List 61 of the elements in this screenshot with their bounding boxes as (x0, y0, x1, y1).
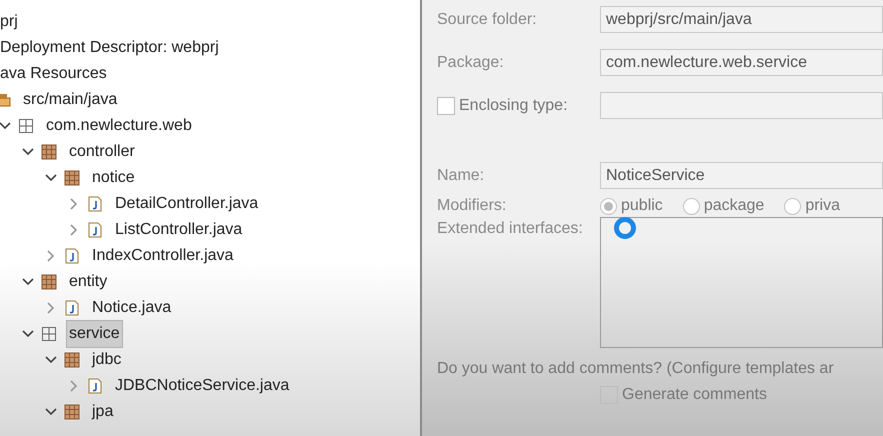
package-icon (41, 274, 57, 290)
java-file-icon (87, 222, 103, 238)
java-file-icon (87, 196, 103, 212)
chevron-right-icon[interactable] (70, 198, 78, 210)
chevron-right-icon[interactable] (47, 250, 55, 262)
chevron-right-icon[interactable] (47, 302, 55, 314)
source-folder-field[interactable]: webprj/src/main/java (600, 6, 883, 33)
chevron-right-icon[interactable] (70, 224, 78, 236)
field-label: Name: (437, 166, 486, 186)
java-file-icon (64, 248, 80, 264)
tree-item[interactable]: notice (90, 165, 137, 191)
tree-item[interactable]: JDBCNoticeService.java (113, 373, 292, 399)
chevron-down-icon[interactable] (22, 148, 34, 156)
chevron-right-icon[interactable] (70, 380, 78, 392)
java-file-icon (64, 300, 80, 316)
checkbox[interactable] (437, 96, 455, 114)
package-outline-icon (41, 326, 57, 342)
package-outline-icon (18, 118, 34, 134)
tree-item[interactable]: controller (67, 139, 137, 165)
comments-prompt: Do you want to add comments? (Configure templates ar (437, 359, 835, 379)
tree-item[interactable]: prj (0, 9, 20, 35)
chevron-down-icon[interactable] (45, 356, 57, 364)
radio-label: package (704, 196, 764, 216)
field-label: Package: (437, 52, 505, 72)
tree-item[interactable]: jdbc (90, 347, 124, 373)
radio-button[interactable] (600, 198, 617, 214)
field-label: Extended interfaces: (437, 219, 584, 239)
tree-item[interactable]: ava Resources (0, 61, 109, 87)
tree-item[interactable]: entity (67, 269, 110, 295)
tree-item[interactable]: DetailController.java (113, 191, 260, 217)
radio-button[interactable] (682, 198, 700, 214)
package-field[interactable]: com.newlecture.web.service (600, 49, 883, 76)
java-file-icon (87, 378, 103, 394)
chevron-down-icon[interactable] (22, 330, 34, 338)
checkbox-label: Generate comments (622, 385, 767, 405)
radio-label: public (621, 196, 663, 216)
package-icon (64, 404, 80, 420)
name-field[interactable]: NoticeService (600, 162, 883, 189)
tree-item[interactable]: com.newlecture.web (44, 113, 194, 139)
tree-item[interactable]: service (67, 321, 122, 347)
tree-item[interactable]: IndexController.java (90, 243, 236, 269)
package-icon (64, 170, 80, 186)
radio-label: priva (805, 196, 840, 216)
cursor-ring-icon (613, 216, 637, 240)
checkbox-label: Enclosing type: (459, 96, 568, 116)
interfaces-list-box[interactable] (600, 217, 883, 348)
tree-item[interactable]: src/main/java (21, 87, 120, 113)
chevron-down-icon[interactable] (22, 278, 34, 286)
tree-item[interactable]: jpa (90, 399, 116, 425)
tree-item[interactable]: ListController.java (113, 217, 244, 243)
chevron-down-icon[interactable] (45, 174, 57, 182)
field-label: Source folder: (437, 10, 538, 30)
tree-item[interactable]: Deployment Descriptor: webprj (0, 35, 221, 61)
package-icon (41, 144, 57, 160)
chevron-down-icon[interactable] (0, 122, 11, 130)
enclosing-type-field[interactable] (600, 92, 883, 119)
field-label: Modifiers: (437, 196, 508, 216)
radio-button[interactable] (784, 198, 802, 214)
package-icon (64, 352, 80, 368)
tree-item[interactable]: Notice.java (90, 295, 174, 321)
chevron-down-icon[interactable] (45, 408, 57, 416)
